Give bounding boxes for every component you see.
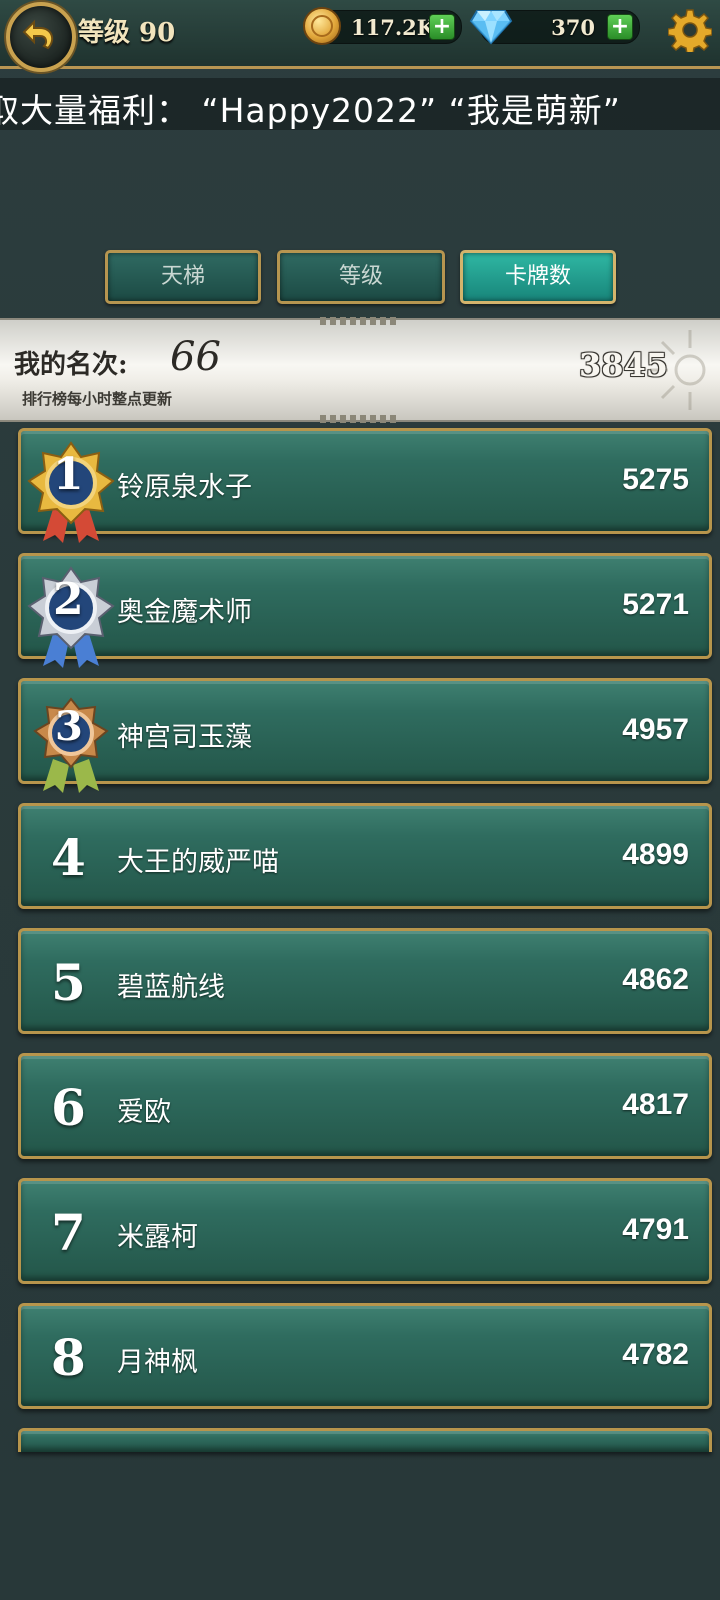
leaderboard-row[interactable]: 4 大王的威严喵 4899: [18, 803, 712, 909]
gem-amount: 370: [551, 15, 595, 40]
tab-card-count[interactable]: 卡牌数: [460, 250, 616, 304]
player-name: 月神枫: [117, 1347, 198, 1378]
my-rank-number: 66: [170, 334, 221, 380]
leaderboard-row[interactable]: 6 爱欧 4817: [18, 1053, 712, 1159]
leaderboard-row[interactable]: 5 碧蓝航线 4862: [18, 928, 712, 1034]
player-score: 4782: [622, 1338, 689, 1371]
player-name: 爱欧: [117, 1097, 171, 1128]
leaderboard-row[interactable]: 7 米露柯 4791: [18, 1178, 712, 1284]
back-button[interactable]: [6, 2, 76, 72]
rank-number: 3: [55, 703, 83, 750]
announcement-text: 取大量福利： “Happy2022” “我是萌新”: [0, 91, 621, 130]
update-note: 排行榜每小时整点更新: [22, 390, 173, 408]
player-score: 4899: [622, 838, 689, 871]
player-name: 铃原泉水子: [117, 472, 252, 503]
leaderboard-row[interactable]: 3 神宫司玉藻 4957: [18, 678, 712, 793]
rank-number: 4: [51, 828, 86, 887]
rank-number: 1: [53, 449, 84, 500]
my-rank-label: 我的名次:: [14, 350, 128, 380]
rank-number: 8: [51, 1328, 86, 1387]
player-score: 4957: [622, 713, 689, 746]
announcement-marquee: 取大量福利： “Happy2022” “我是萌新”: [0, 78, 720, 130]
player-name: 米露柯: [117, 1222, 198, 1253]
tab-ladder[interactable]: 天梯: [105, 250, 261, 304]
top-bar: 等级 90 117.2K + 370 +: [0, 0, 720, 72]
back-arrow-icon: [22, 19, 54, 50]
player-score: 4817: [622, 1088, 689, 1121]
settings-gear-icon[interactable]: [668, 8, 712, 52]
leaderboard-row-partial[interactable]: [18, 1428, 712, 1452]
my-rank-banner: 我的名次: 66 排行榜每小时整点更新 3845: [0, 317, 720, 423]
player-score: 4862: [622, 963, 689, 996]
add-coins-button[interactable]: +: [429, 14, 455, 40]
tab-level[interactable]: 等级: [277, 250, 445, 304]
ranking-tabs: 天梯 等级 卡牌数: [0, 250, 720, 306]
rank-number: 2: [53, 574, 84, 625]
coin-icon: [303, 7, 341, 45]
rank-number: 6: [51, 1078, 86, 1137]
coin-counter: 117.2K +: [303, 7, 462, 45]
rank-number: 7: [51, 1203, 86, 1262]
player-name: 神宫司玉藻: [117, 722, 252, 753]
coin-amount: 117.2K: [351, 15, 436, 40]
rank-number: 5: [51, 953, 86, 1012]
player-name: 奥金魔术师: [117, 597, 252, 628]
diamond-icon: [469, 10, 513, 45]
player-name: 大王的威严喵: [117, 847, 279, 878]
add-gems-button[interactable]: +: [607, 14, 633, 40]
player-level: 等级 90: [78, 18, 176, 48]
gem-counter: 370 +: [469, 10, 640, 45]
leaderboard-row[interactable]: 2 奥金魔术师 5271: [18, 553, 712, 668]
player-score: 5271: [622, 588, 689, 621]
my-score: 3845: [578, 346, 668, 384]
player-score: 5275: [622, 463, 689, 496]
player-score: 4791: [622, 1213, 689, 1246]
player-name: 碧蓝航线: [117, 972, 225, 1003]
leaderboard-row[interactable]: 8 月神枫 4782: [18, 1303, 712, 1409]
leaderboard-row[interactable]: 1 铃原泉水子 5275: [18, 428, 712, 543]
leaderboard-list[interactable]: 1 铃原泉水子 5275 2 奥金魔术师 5271 3 神宫司玉藻 4957 4…: [18, 428, 712, 1471]
